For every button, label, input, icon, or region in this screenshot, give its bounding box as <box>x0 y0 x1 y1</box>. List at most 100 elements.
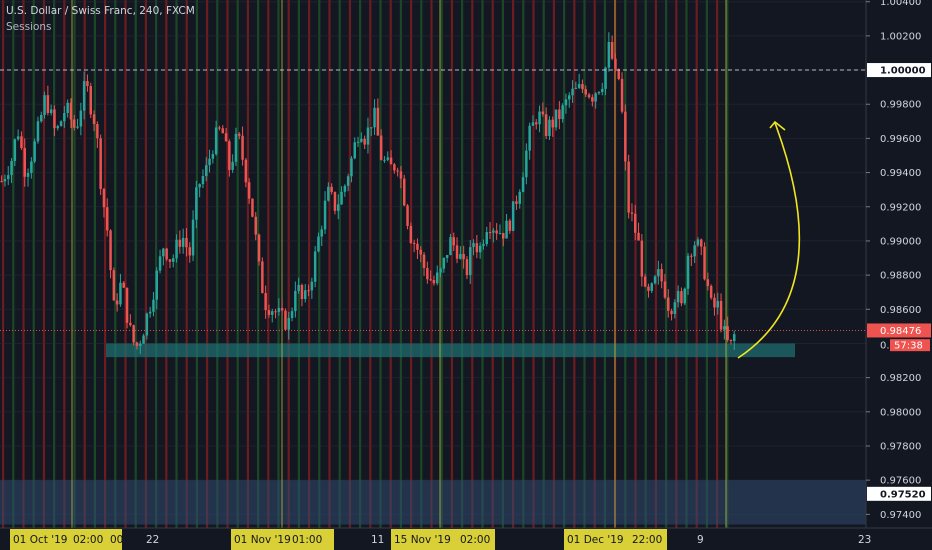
time-label: 9 <box>697 534 704 546</box>
candle-bear <box>0 181 3 183</box>
time-label: 22:00 <box>632 534 662 546</box>
candle-bull <box>597 91 601 94</box>
candle-bull <box>214 127 218 155</box>
candle-bear <box>455 245 459 259</box>
time-label: 15 Nov '19 <box>394 534 451 546</box>
candle-bear <box>488 232 492 234</box>
session-stripe-green <box>318 0 321 528</box>
session-stripe-green <box>440 0 443 528</box>
candle-bear <box>125 287 129 323</box>
candle-bull <box>469 247 472 276</box>
time-axis[interactable]: 01 Oct '19 02:00 00 22 01 Nov '19 01:00 11 15 N… <box>0 527 932 550</box>
candle-bear <box>409 225 413 243</box>
candle-bear <box>452 237 455 246</box>
candle-bear <box>634 213 637 233</box>
candle-bull <box>297 284 300 291</box>
chart-area[interactable]: 1.00400 1.00200 0.99800 0.99600 0.99400 0.992… <box>0 0 932 550</box>
candle-bull <box>7 175 10 180</box>
candle-bull <box>43 95 46 116</box>
session-stripe-red <box>2 0 5 528</box>
session-stripe-red <box>308 0 311 528</box>
session-stripe-red <box>185 0 188 528</box>
candle-bear <box>264 293 267 311</box>
candle-bull <box>538 111 541 125</box>
candle-bear <box>713 297 716 308</box>
price-tick-label: 0.97600 <box>880 476 921 487</box>
candle-bull <box>277 308 281 312</box>
time-label: 11 <box>371 534 384 546</box>
candle-bull <box>16 136 20 140</box>
candle-bear <box>584 89 587 95</box>
candle-bull <box>723 326 726 330</box>
session-stripe-green <box>726 0 729 528</box>
candle-bear <box>591 97 594 102</box>
candle-bear <box>23 148 26 177</box>
session-stripe-green <box>359 0 362 528</box>
candle-bull <box>139 343 142 346</box>
candle-bull <box>577 84 581 88</box>
session-stripe-red <box>165 0 168 528</box>
time-label: 01 Dec '19 <box>567 534 624 546</box>
candle-bear <box>630 212 634 214</box>
price-tick-label: 0.99800 <box>880 100 921 111</box>
price-tick-label: 0.98800 <box>880 271 921 282</box>
candle-bear <box>307 290 310 292</box>
candle-bull <box>119 282 122 305</box>
support-zone <box>106 343 795 358</box>
candle-bull <box>3 179 7 182</box>
session-stripe-green <box>53 0 56 528</box>
symbol-title[interactable]: U.S. Dollar / Swiss Franc, 240, FXCM <box>6 3 195 19</box>
session-stripe-green <box>420 0 423 528</box>
price-tick-label: 0.98600 <box>880 305 921 316</box>
session-stripe-red <box>471 0 474 528</box>
candle-bear <box>168 259 172 262</box>
candle-bear <box>218 127 221 129</box>
price-tick-label: 1.00200 <box>880 31 921 42</box>
session-stripe-red <box>328 0 331 528</box>
price-axis[interactable]: 1.00400 1.00200 0.99800 0.99600 0.99400 0.992… <box>865 0 932 550</box>
indicator-sessions[interactable]: Sessions <box>6 19 195 35</box>
candle-bull <box>373 107 376 128</box>
candle-bear <box>363 138 366 145</box>
candle-bear <box>399 171 403 179</box>
candle-bull <box>181 237 185 247</box>
candle-bear <box>535 122 538 125</box>
session-stripe-green <box>705 0 708 528</box>
candle-bear <box>73 119 76 128</box>
candle-bear <box>647 286 650 291</box>
candle-bull <box>211 154 215 159</box>
candle-bear <box>637 232 640 241</box>
candle-bear <box>244 159 248 183</box>
session-stripe-green <box>195 0 198 528</box>
candle-bear <box>228 141 231 170</box>
candle-bear <box>261 261 264 294</box>
session-stripe-green <box>461 0 464 528</box>
session-stripe-green <box>155 0 158 528</box>
session-stripe-green <box>583 0 586 528</box>
session-stripe-red <box>104 0 107 528</box>
candle-bear <box>92 114 96 125</box>
candle-bear <box>393 164 396 171</box>
candle-bear <box>670 310 673 315</box>
candle-bull <box>231 161 234 170</box>
bottom-zone <box>0 480 866 525</box>
candle-bull <box>673 302 677 315</box>
countdown-text: 57:38 <box>894 341 923 352</box>
candle-bear <box>667 297 670 311</box>
candle-bear <box>462 254 465 260</box>
candle-bull <box>683 288 686 304</box>
session-stripe-green <box>542 0 545 528</box>
candle-bull <box>353 142 356 159</box>
session-stripe-green <box>379 0 382 528</box>
candle-bear <box>680 291 683 304</box>
candle-bull <box>436 272 439 284</box>
candle-bull <box>142 335 145 344</box>
candle-bull <box>554 109 558 128</box>
candle-bear <box>719 300 723 330</box>
candle-bull <box>356 141 360 143</box>
price-tick-label: 0.99600 <box>880 134 921 145</box>
price-chart[interactable]: 1.00400 1.00200 0.99800 0.99600 0.99400 0.992… <box>0 0 932 550</box>
candle-bull <box>478 245 482 253</box>
candle-bull <box>195 187 198 220</box>
chart-legend[interactable]: U.S. Dollar / Swiss Franc, 240, FXCM Ses… <box>6 3 195 35</box>
